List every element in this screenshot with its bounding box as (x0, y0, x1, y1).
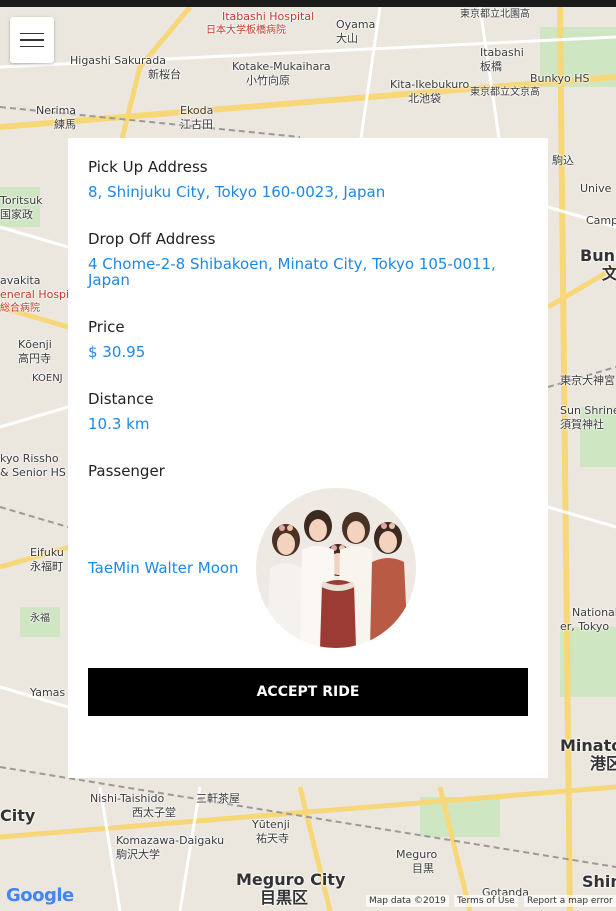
map-label: Minato (560, 736, 616, 755)
map-label: 駒沢大学 (116, 848, 160, 861)
map-label: 東京都立北園高 (460, 9, 530, 20)
map-label: 北池袋 (408, 92, 441, 105)
dropoff-field: Drop Off Address 4 Chome-2-8 Shibakoen, … (88, 230, 528, 288)
map-label: Toritsuk (0, 194, 43, 207)
map-data-attribution: Map data ©2019 (366, 895, 449, 907)
price-field: Price $ 30.95 (88, 318, 528, 360)
map-label: 東京大神宮 (560, 374, 615, 387)
map-label: Itabashi (480, 46, 524, 59)
menu-line (20, 32, 44, 35)
map-label: 江古田 (180, 118, 213, 131)
map-label: Eifuku (30, 546, 64, 559)
map-label: 港区 (590, 754, 616, 773)
map-label: Yamas (30, 686, 66, 699)
passenger-name: TaeMin Walter Moon (88, 559, 239, 577)
price-label: Price (88, 318, 125, 336)
map-label: 目黒区 (260, 888, 309, 907)
map-label: KOENJ (32, 373, 63, 384)
distance-field: Distance 10.3 km (88, 390, 528, 432)
menu-line (20, 39, 44, 41)
map-label: 目黒 (412, 862, 434, 875)
hamburger-menu-button[interactable] (10, 17, 54, 63)
report-map-error-link[interactable]: Report a map error (524, 895, 616, 907)
passenger-field: Passenger (88, 462, 528, 480)
map-label: 日本大学板橋病院 (206, 25, 286, 36)
map-label: 板橋 (480, 60, 502, 73)
pickup-value: 8, Shinjuku City, Tokyo 160-0023, Japan (88, 183, 386, 201)
map-label: & Senior HS (0, 466, 66, 479)
map-label: eneral Hospit (0, 288, 74, 301)
map-label: Bunk (580, 246, 616, 265)
map-label: avakita (0, 274, 41, 287)
passenger-photo (256, 488, 416, 648)
map-label: 文 (602, 264, 616, 283)
map-label: 祐天寺 (256, 832, 289, 845)
map-label: Ekoda (180, 104, 214, 117)
ride-request-card: Pick Up Address 8, Shinjuku City, Tokyo … (68, 138, 548, 778)
terms-link[interactable]: Terms of Use (454, 895, 518, 907)
map-label: Meguro (396, 848, 438, 861)
map-label: 三軒茶屋 (196, 792, 240, 805)
google-logo[interactable]: Google (6, 885, 74, 906)
map-label: 大山 (336, 32, 358, 45)
map-label: Kōenji (18, 338, 52, 351)
map-label: Yūtenji (252, 818, 290, 831)
map-label: 高円寺 (18, 352, 51, 365)
distance-label: Distance (88, 390, 154, 408)
map-label: 新桜台 (148, 68, 181, 81)
map-label: 須賀神社 (560, 418, 604, 431)
map-label: 永福町 (30, 560, 63, 573)
map-label: Oyama (336, 18, 376, 31)
map-label: Bunkyo HS (530, 72, 590, 85)
map-label: 東京都立文京高 (470, 87, 540, 98)
pickup-label: Pick Up Address (88, 158, 208, 176)
passenger-label: Passenger (88, 462, 165, 480)
price-value: $ 30.95 (88, 343, 146, 361)
map-label: 国家政 (0, 208, 33, 221)
map-label: 小竹向原 (246, 74, 290, 87)
accept-ride-button[interactable]: ACCEPT RIDE (88, 668, 528, 716)
map-label: 永福 (30, 613, 50, 624)
map-label: Komazawa-Daigaku (116, 834, 225, 847)
dropoff-value: 4 Chome-2-8 Shibakoen, Minato City, Toky… (88, 255, 496, 289)
menu-line (20, 45, 44, 48)
map-label: Itabashi Hospital (222, 10, 315, 23)
map-label: Shina (582, 872, 616, 891)
map-label: Higashi Sakurada (70, 54, 167, 67)
browser-top-bar (0, 0, 616, 7)
map-label: National Art (572, 606, 616, 619)
map-label: Meguro City (236, 870, 346, 889)
map-label: Nishi-Taishido (90, 792, 165, 805)
map-label: 西太子堂 (132, 806, 176, 819)
pickup-field: Pick Up Address 8, Shinjuku City, Tokyo … (88, 158, 528, 200)
map-label: Kita-Ikebukuro (390, 78, 470, 91)
passenger-avatar (256, 488, 416, 648)
map-label: Nerima (36, 104, 77, 117)
map-label: Sun Shrine (560, 404, 616, 417)
map-label: Unive (580, 182, 612, 195)
distance-value: 10.3 km (88, 415, 150, 433)
map-label: 練馬 (54, 118, 76, 131)
dropoff-label: Drop Off Address (88, 230, 216, 248)
map-label: Kotake-Mukaihara (232, 60, 331, 73)
map-label: kyo Rissho (0, 452, 59, 465)
map-label: er, Tokyo (560, 620, 610, 633)
map-label: 駒込 (552, 154, 574, 167)
map-label: City (0, 806, 36, 825)
map-label: Camp (586, 214, 616, 227)
map-label: 総合病院 (0, 303, 40, 314)
